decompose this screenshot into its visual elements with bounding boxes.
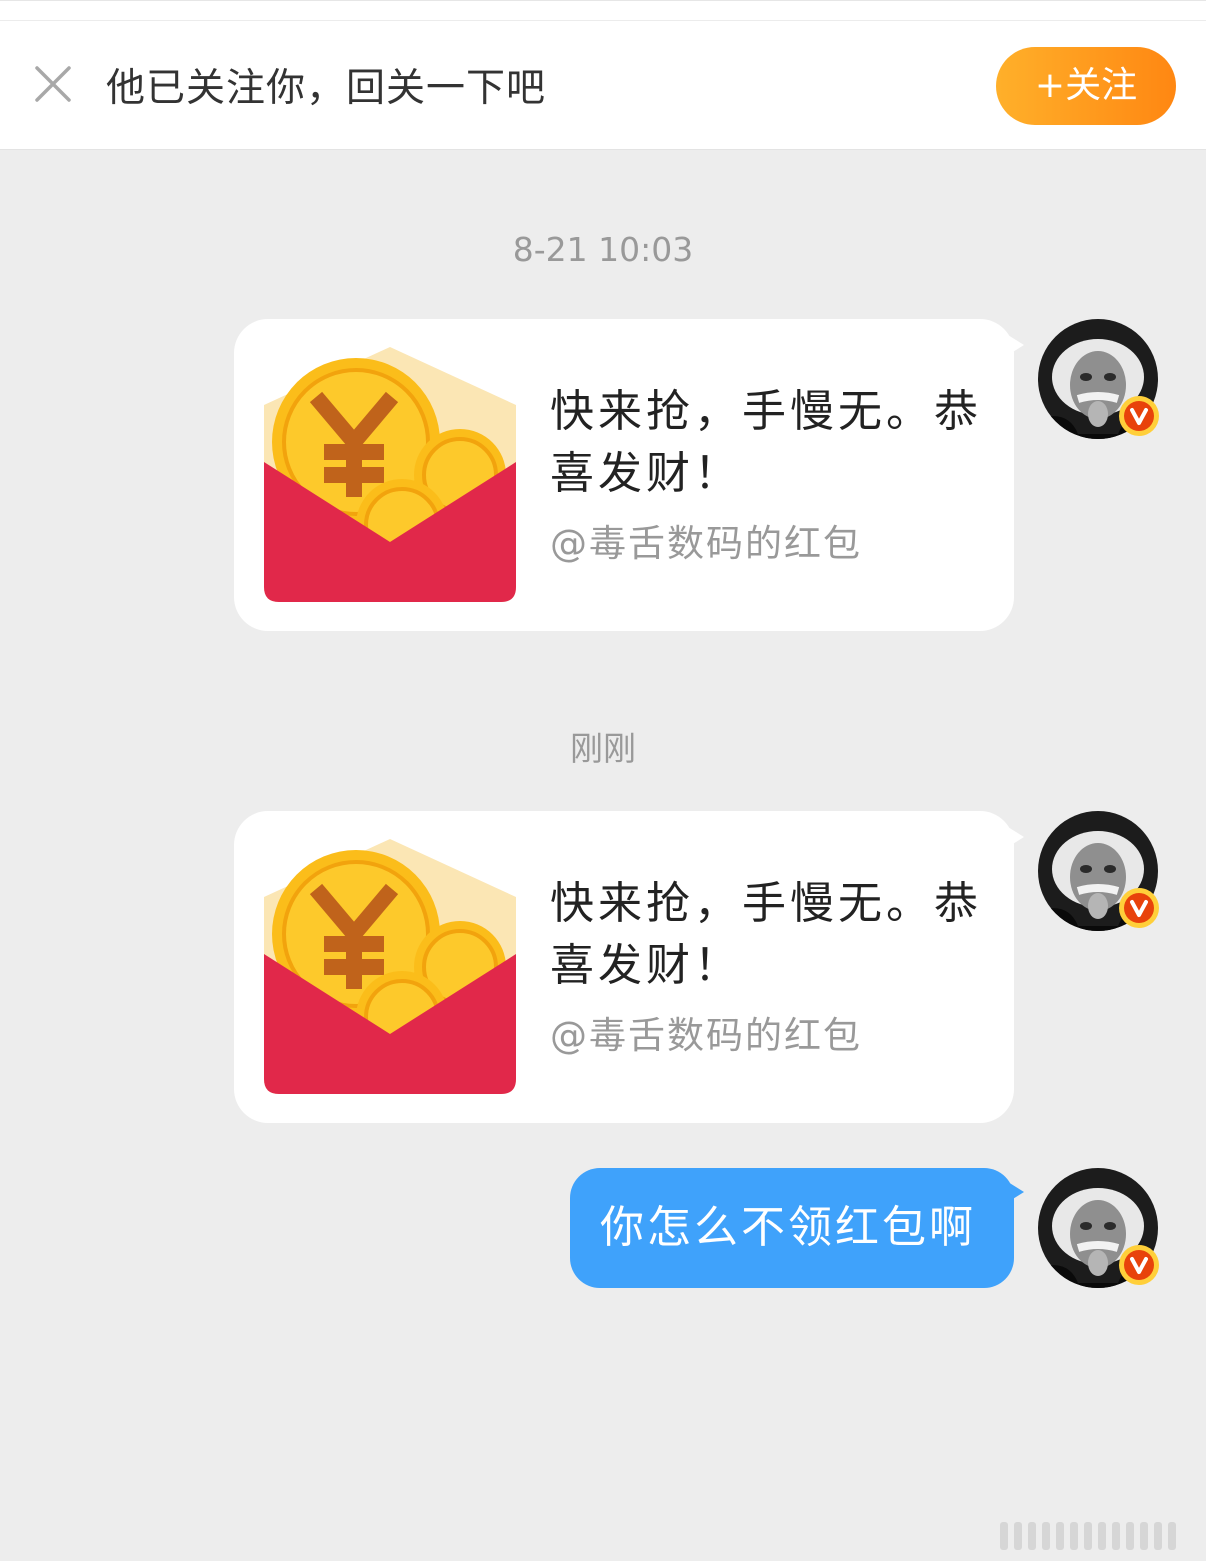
red-envelope-icon	[264, 839, 516, 1094]
red-packet-title: 快来抢，手慢无。恭喜发财！	[550, 386, 982, 499]
verified-v-icon	[1118, 395, 1160, 437]
watermark-bars	[1000, 1522, 1196, 1552]
bubble-tail	[1008, 335, 1024, 355]
red-packet-sender: @毒舌数码的红包	[550, 1014, 862, 1057]
text-message-bubble[interactable]: 你怎么不领红包啊	[570, 1168, 1024, 1288]
top-strip	[0, 1, 1206, 21]
bubble-tail	[1008, 827, 1024, 847]
red-packet-title: 快来抢，手慢无。恭喜发财！	[550, 878, 982, 991]
bubble-tail	[1008, 1182, 1024, 1202]
verified-v-icon	[1118, 887, 1160, 929]
text-message: 你怎么不领红包啊	[600, 1202, 976, 1253]
red-packet-card[interactable]: 快来抢，手慢无。恭喜发财！ @毒舌数码的红包	[234, 811, 1024, 1123]
message-timestamp: 8-21 10:03	[512, 230, 694, 269]
red-packet-sender: @毒舌数码的红包	[550, 522, 862, 565]
avatar[interactable]	[1038, 319, 1160, 439]
red-packet-card[interactable]: 快来抢，手慢无。恭喜发财！ @毒舌数码的红包	[234, 319, 1024, 631]
avatar[interactable]	[1038, 811, 1160, 931]
follow-back-bar: 他已关注你，回关一下吧 +关注	[0, 0, 1206, 150]
avatar[interactable]	[1038, 1168, 1160, 1288]
message-timestamp: 刚刚	[570, 729, 636, 768]
follow-button[interactable]: +关注	[996, 47, 1176, 125]
follow-back-notice: 他已关注你，回关一下吧	[106, 66, 547, 111]
red-envelope-icon	[264, 347, 516, 602]
close-icon[interactable]	[30, 61, 76, 107]
verified-v-icon	[1118, 1244, 1160, 1286]
